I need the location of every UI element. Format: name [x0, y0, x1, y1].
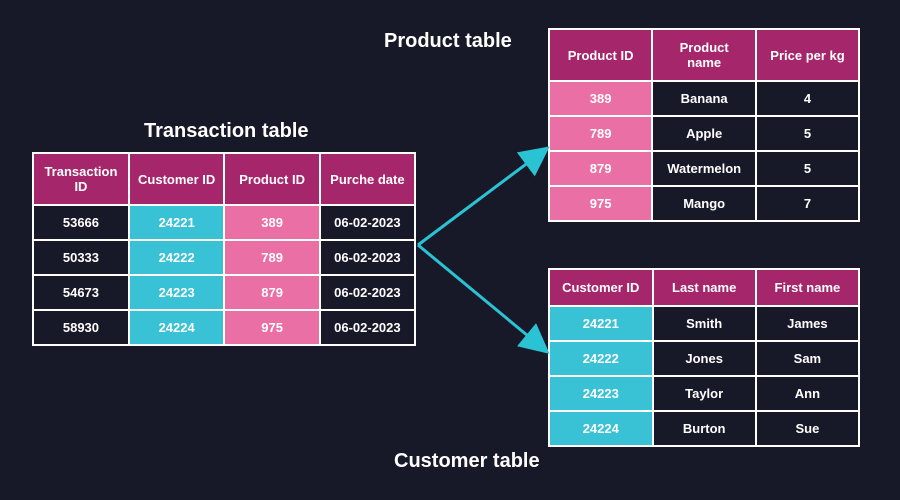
transaction-table: Transaction ID Customer ID Product ID Pu…: [32, 152, 416, 346]
cell: Smith: [653, 306, 756, 341]
table-row: 50333 24222 789 06-02-2023: [33, 240, 415, 275]
cell: 53666: [33, 205, 129, 240]
cell: 7: [756, 186, 859, 221]
cell: 54673: [33, 275, 129, 310]
table-row: 879 Watermelon 5: [549, 151, 859, 186]
cell: 24223: [549, 376, 653, 411]
col-product-name: Product name: [652, 29, 756, 81]
cell: 879: [549, 151, 652, 186]
cell: 975: [224, 310, 319, 345]
cell: 24223: [129, 275, 225, 310]
cell: Ann: [756, 376, 859, 411]
cell: Apple: [652, 116, 756, 151]
col-first-name: First name: [756, 269, 859, 306]
col-customer-id: Customer ID: [129, 153, 225, 205]
cell: 24221: [549, 306, 653, 341]
table-row: 54673 24223 879 06-02-2023: [33, 275, 415, 310]
table-row: 975 Mango 7: [549, 186, 859, 221]
cell: 789: [224, 240, 319, 275]
cell: Sue: [756, 411, 859, 446]
transaction-table-title: Transaction table: [144, 120, 309, 143]
cell: 06-02-2023: [320, 205, 415, 240]
col-product-id: Product ID: [224, 153, 319, 205]
cell: 789: [549, 116, 652, 151]
cell: Burton: [653, 411, 756, 446]
col-price-per-kg: Price per kg: [756, 29, 859, 81]
cell: 06-02-2023: [320, 310, 415, 345]
cell: Banana: [652, 81, 756, 116]
cell: 24221: [129, 205, 225, 240]
cell: Sam: [756, 341, 859, 376]
cell: Mango: [652, 186, 756, 221]
arrow-to-product-icon: [418, 150, 545, 245]
cell: 24224: [549, 411, 653, 446]
cell: 24222: [129, 240, 225, 275]
cell: 879: [224, 275, 319, 310]
cell: 50333: [33, 240, 129, 275]
table-row: 389 Banana 4: [549, 81, 859, 116]
cell: 975: [549, 186, 652, 221]
cell: 389: [224, 205, 319, 240]
cell: 5: [756, 116, 859, 151]
col-transaction-id: Transaction ID: [33, 153, 129, 205]
cell: 389: [549, 81, 652, 116]
arrow-to-customer-icon: [418, 245, 545, 350]
cell: 24222: [549, 341, 653, 376]
col-customer-id: Customer ID: [549, 269, 653, 306]
product-table-title: Product table: [384, 30, 512, 53]
customer-table-title: Customer table: [394, 450, 540, 473]
col-last-name: Last name: [653, 269, 756, 306]
cell: James: [756, 306, 859, 341]
table-row: 53666 24221 389 06-02-2023: [33, 205, 415, 240]
table-row: 24223 Taylor Ann: [549, 376, 859, 411]
cell: 06-02-2023: [320, 275, 415, 310]
cell: Watermelon: [652, 151, 756, 186]
product-table: Product ID Product name Price per kg 389…: [548, 28, 860, 222]
table-row: 58930 24224 975 06-02-2023: [33, 310, 415, 345]
customer-table: Customer ID Last name First name 24221 S…: [548, 268, 860, 447]
cell: Taylor: [653, 376, 756, 411]
col-product-id: Product ID: [549, 29, 652, 81]
cell: 58930: [33, 310, 129, 345]
cell: 4: [756, 81, 859, 116]
table-row: 24222 Jones Sam: [549, 341, 859, 376]
table-header-row: Product ID Product name Price per kg: [549, 29, 859, 81]
table-row: 24224 Burton Sue: [549, 411, 859, 446]
cell: 24224: [129, 310, 225, 345]
cell: Jones: [653, 341, 756, 376]
table-row: 789 Apple 5: [549, 116, 859, 151]
col-purchase-date: Purche date: [320, 153, 415, 205]
table-header-row: Customer ID Last name First name: [549, 269, 859, 306]
table-row: 24221 Smith James: [549, 306, 859, 341]
cell: 06-02-2023: [320, 240, 415, 275]
table-header-row: Transaction ID Customer ID Product ID Pu…: [33, 153, 415, 205]
cell: 5: [756, 151, 859, 186]
